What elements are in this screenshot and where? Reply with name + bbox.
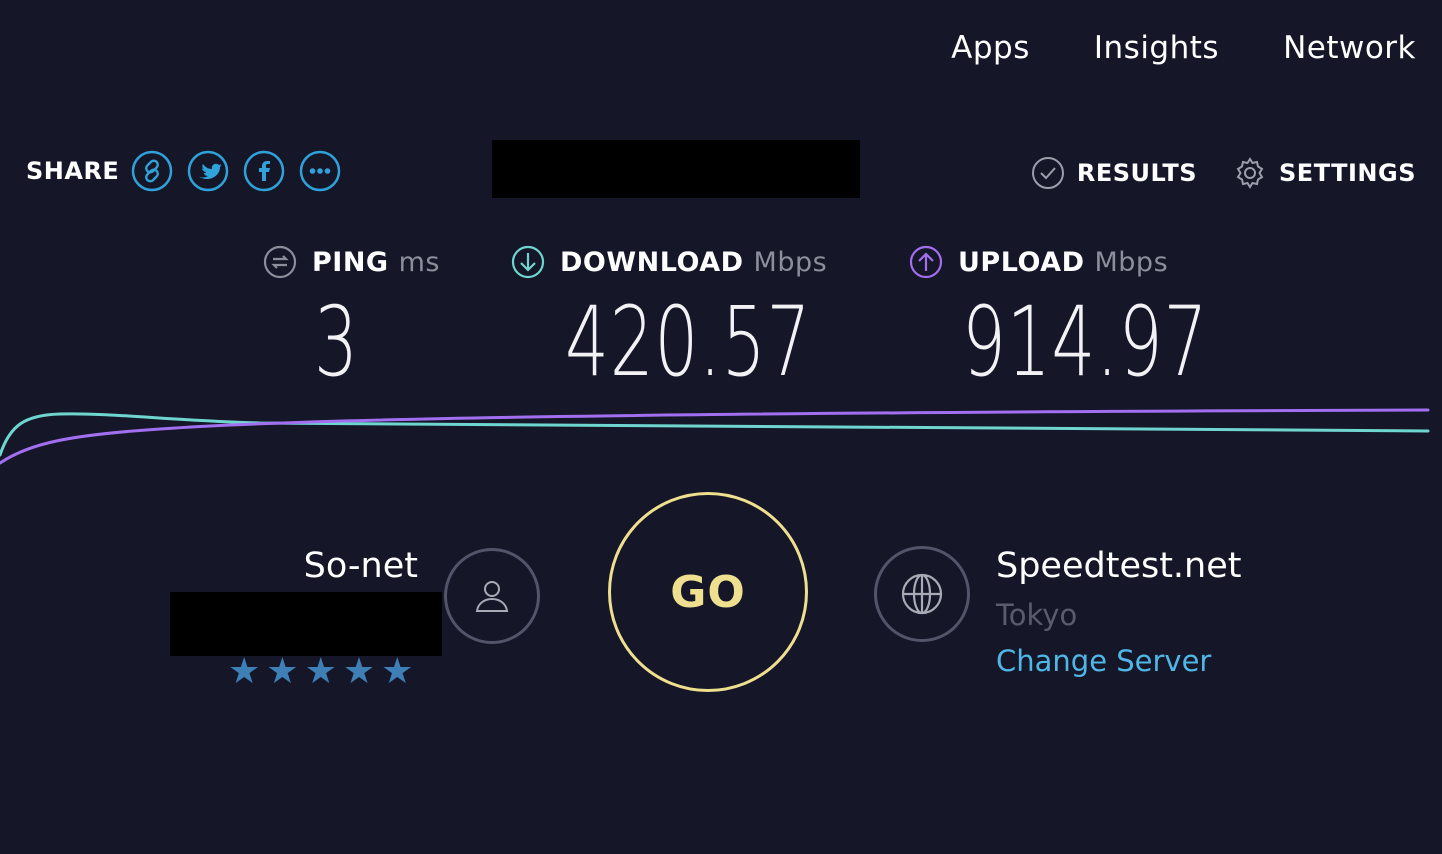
user-icon[interactable] <box>444 548 540 644</box>
share-label: SHARE <box>26 157 120 185</box>
link-icon[interactable] <box>131 150 173 192</box>
go-button[interactable]: GO <box>608 492 808 692</box>
rating-star-icon[interactable]: ★ <box>343 654 375 690</box>
download-icon <box>511 245 545 279</box>
upload-icon <box>909 245 943 279</box>
results-button[interactable]: RESULTS <box>1031 156 1197 190</box>
globe-icon[interactable] <box>874 546 970 642</box>
speedtest-page: Apps Insights Network SHARE RESULTS SETT… <box>0 0 1442 854</box>
ping-value: 3 <box>314 286 359 398</box>
rating-star-icon[interactable]: ★ <box>381 654 413 690</box>
ping-unit: ms <box>398 246 440 278</box>
server-name: Speedtest.net <box>996 546 1242 586</box>
ping-icon <box>263 245 297 279</box>
rating-star-icon[interactable]: ★ <box>305 654 337 690</box>
upload-unit: Mbps <box>1094 246 1169 278</box>
download-speed-line <box>0 412 1430 457</box>
nav-network[interactable]: Network <box>1283 30 1416 66</box>
download-value: 420.57 <box>565 286 812 398</box>
more-icon[interactable] <box>299 150 341 192</box>
server-location: Tokyo <box>996 598 1078 632</box>
isp-info: So-net <box>304 546 418 586</box>
share-bar: SHARE <box>26 150 355 192</box>
nav-insights[interactable]: Insights <box>1094 30 1219 66</box>
upload-metric: UPLOAD Mbps 914.97 <box>908 244 1304 390</box>
twitter-icon[interactable] <box>187 150 229 192</box>
facebook-icon[interactable] <box>243 150 285 192</box>
check-circle-icon <box>1031 157 1064 189</box>
upload-label: UPLOAD <box>958 246 1085 278</box>
upload-value: 914.97 <box>962 286 1209 398</box>
settings-label: SETTINGS <box>1279 159 1416 187</box>
change-server-link[interactable]: Change Server <box>996 644 1242 678</box>
upload-speed-line <box>0 408 1430 465</box>
redacted-block <box>170 592 442 656</box>
speed-graph <box>0 408 1430 465</box>
settings-button[interactable]: SETTINGS <box>1233 156 1416 190</box>
rating-star-icon[interactable]: ★ <box>266 654 298 690</box>
results-toolbar: RESULTS SETTINGS <box>1031 156 1416 190</box>
ping-label: PING <box>312 246 389 278</box>
download-metric: DOWNLOAD Mbps 420.57 <box>510 244 907 390</box>
ping-metric: PING ms 3 <box>262 244 440 390</box>
isp-rating: ★ ★ ★ ★ ★ <box>228 654 413 690</box>
download-unit: Mbps <box>753 246 828 278</box>
gear-icon <box>1236 157 1264 189</box>
redacted-block <box>492 140 860 198</box>
nav-apps[interactable]: Apps <box>951 30 1030 66</box>
top-nav: Apps Insights Network <box>951 30 1416 66</box>
results-label: RESULTS <box>1076 159 1198 187</box>
rating-star-icon[interactable]: ★ <box>228 654 260 690</box>
download-label: DOWNLOAD <box>560 246 744 278</box>
server-info: Speedtest.net Tokyo Change Server <box>996 546 1242 678</box>
isp-name: So-net <box>303 546 418 586</box>
